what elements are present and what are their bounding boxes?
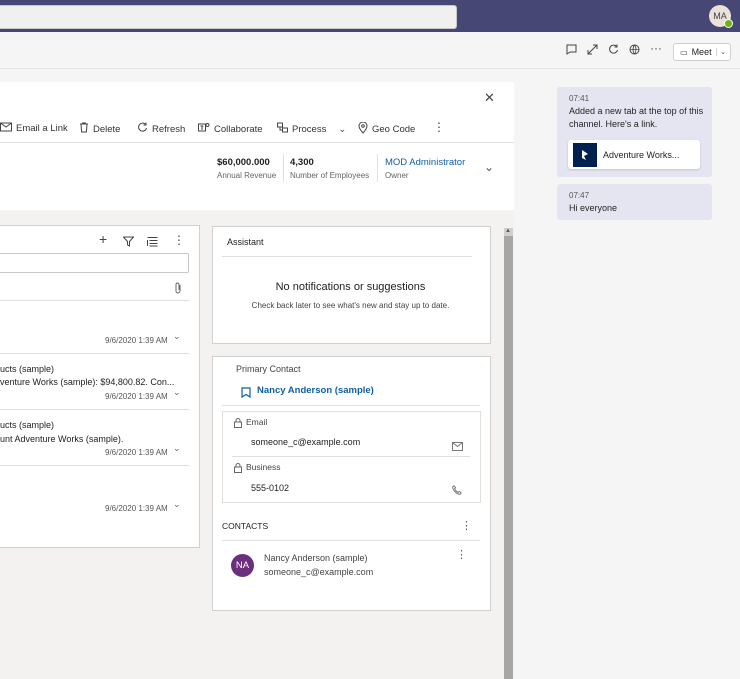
timeline-item-title: ucts (sample) xyxy=(0,420,55,430)
message-timestamp: 07:41 xyxy=(569,94,590,103)
business-phone-value: 555-0102 xyxy=(251,483,290,493)
process-icon xyxy=(277,122,288,136)
map-pin-icon xyxy=(358,121,368,137)
email-link-label: Email a Link xyxy=(16,123,68,134)
globe-icon[interactable] xyxy=(629,44,640,58)
timeline-item-description: venture Works (sample): $94,800.82. Con.… xyxy=(0,377,175,387)
reload-icon[interactable] xyxy=(608,44,619,58)
email-link-button[interactable]: Email a Link xyxy=(0,122,68,135)
stat-divider xyxy=(283,154,284,182)
employees-field: 4,300 Number of Employees xyxy=(290,157,369,180)
expand-header-chevron-icon[interactable]: ⌄ xyxy=(484,160,494,174)
lock-icon xyxy=(234,415,242,433)
message-timestamp: 07:47 xyxy=(569,191,590,200)
send-email-icon[interactable] xyxy=(452,438,463,456)
sort-list-icon[interactable] xyxy=(147,234,158,252)
contact-card-icon xyxy=(241,385,251,403)
timeline-divider xyxy=(0,300,189,301)
assistant-empty-subtext: Check back later to see what's new and s… xyxy=(251,301,450,310)
toolbar-divider xyxy=(0,142,514,143)
timeline-item-date: 9/6/2020 1:39 AM xyxy=(105,504,168,513)
expand-icon[interactable] xyxy=(587,44,598,58)
presence-status-icon xyxy=(724,19,733,28)
more-options-icon[interactable]: ··· xyxy=(650,41,662,55)
message-text: Hi everyone xyxy=(569,203,618,213)
email-value: someone_c@example.com xyxy=(251,437,361,447)
owner-link[interactable]: MOD Administrator xyxy=(385,157,465,168)
assistant-divider xyxy=(222,256,472,257)
refresh-label: Refresh xyxy=(152,123,186,135)
timeline-item-title: ucts (sample) xyxy=(0,364,55,374)
chevron-down-icon[interactable]: ⌄ xyxy=(173,331,181,342)
search-input[interactable] xyxy=(0,5,457,29)
chat-icon[interactable] xyxy=(566,44,577,58)
add-icon[interactable]: + xyxy=(99,232,107,246)
primary-contact-link[interactable]: Nancy Anderson (sample) xyxy=(257,385,374,396)
process-button[interactable]: Process ⌄ xyxy=(277,122,346,136)
collaborate-label: Collaborate xyxy=(214,123,263,135)
scrollbar-thumb[interactable] xyxy=(504,236,513,679)
timeline-item-date: 9/6/2020 1:39 AM xyxy=(105,392,168,401)
teams-icon xyxy=(198,122,210,136)
timeline-divider xyxy=(0,409,189,410)
phone-icon[interactable] xyxy=(452,482,462,500)
collaborate-button[interactable]: Collaborate xyxy=(198,122,263,136)
chevron-down-icon: ⌄ xyxy=(338,123,347,135)
meet-label: Meet xyxy=(691,47,712,57)
contacts-divider xyxy=(222,540,480,541)
chevron-down-icon[interactable]: ⌄ xyxy=(173,387,181,398)
assistant-title: Assistant xyxy=(227,237,264,247)
contact-name[interactable]: Nancy Anderson (sample) xyxy=(264,553,368,563)
refresh-button[interactable]: Refresh xyxy=(137,122,185,136)
lock-icon xyxy=(234,460,242,478)
chevron-down-icon[interactable]: ⌄ xyxy=(716,48,726,56)
geo-code-button[interactable]: Geo Code xyxy=(358,121,416,137)
more-options-icon[interactable]: ⋮ xyxy=(461,519,472,532)
chevron-down-icon[interactable]: ⌄ xyxy=(173,499,181,510)
delete-label: Delete xyxy=(93,123,121,135)
delete-button[interactable]: Delete xyxy=(79,122,120,136)
more-options-icon[interactable]: ⋮ xyxy=(173,233,185,247)
chevron-down-icon[interactable]: ⌄ xyxy=(173,443,181,454)
attachment-icon[interactable] xyxy=(174,282,182,297)
assistant-empty-heading: No notifications or suggestions xyxy=(275,281,426,293)
employees-value: 4,300 xyxy=(290,157,314,168)
message-text: Added a new tab at the top of this chann… xyxy=(569,106,704,129)
dynamics-logo-icon xyxy=(573,143,597,167)
contacts-subgrid-header: CONTACTS xyxy=(222,521,269,531)
contact-divider xyxy=(222,405,480,406)
filter-icon[interactable] xyxy=(122,234,135,252)
process-label: Process xyxy=(292,123,327,135)
refresh-icon xyxy=(137,122,148,136)
contact-email: someone_c@example.com xyxy=(264,567,374,577)
timeline-item-date: 9/6/2020 1:39 AM xyxy=(105,336,168,345)
contact-divider xyxy=(232,456,470,457)
link-card-title[interactable]: Adventure Works... xyxy=(603,150,679,160)
timeline-item-date: 9/6/2020 1:39 AM xyxy=(105,448,168,457)
more-options-icon[interactable]: ⋮ xyxy=(456,548,467,561)
email-icon xyxy=(0,122,12,135)
more-commands-icon[interactable]: ⋮ xyxy=(433,120,445,134)
stat-divider xyxy=(377,154,378,182)
scroll-up-icon[interactable]: ▲ xyxy=(505,228,511,234)
timeline-divider xyxy=(0,353,189,354)
annual-revenue-label: Annual Revenue xyxy=(217,171,277,180)
annual-revenue-value: $60,000.000 xyxy=(217,157,270,168)
contact-avatar: NA xyxy=(231,554,254,577)
email-label: Email xyxy=(246,417,268,427)
timeline-search-input[interactable] xyxy=(0,253,189,273)
camera-icon: ▭ xyxy=(680,47,688,57)
meet-button[interactable]: ▭ Meet ⌄ xyxy=(673,43,731,61)
trash-icon xyxy=(79,122,89,136)
business-phone-label: Business xyxy=(246,462,281,472)
owner-label: Owner xyxy=(385,171,409,180)
timeline-item-description: unt Adventure Works (sample). xyxy=(0,434,124,444)
employees-label: Number of Employees xyxy=(290,171,370,180)
geo-code-label: Geo Code xyxy=(372,124,416,135)
owner-field: MOD Administrator Owner xyxy=(385,157,465,180)
close-icon[interactable]: ✕ xyxy=(484,90,495,106)
primary-contact-label: Primary Contact xyxy=(236,364,301,374)
annual-revenue-field: $60,000.000 Annual Revenue xyxy=(217,157,276,180)
timeline-divider xyxy=(0,465,189,466)
